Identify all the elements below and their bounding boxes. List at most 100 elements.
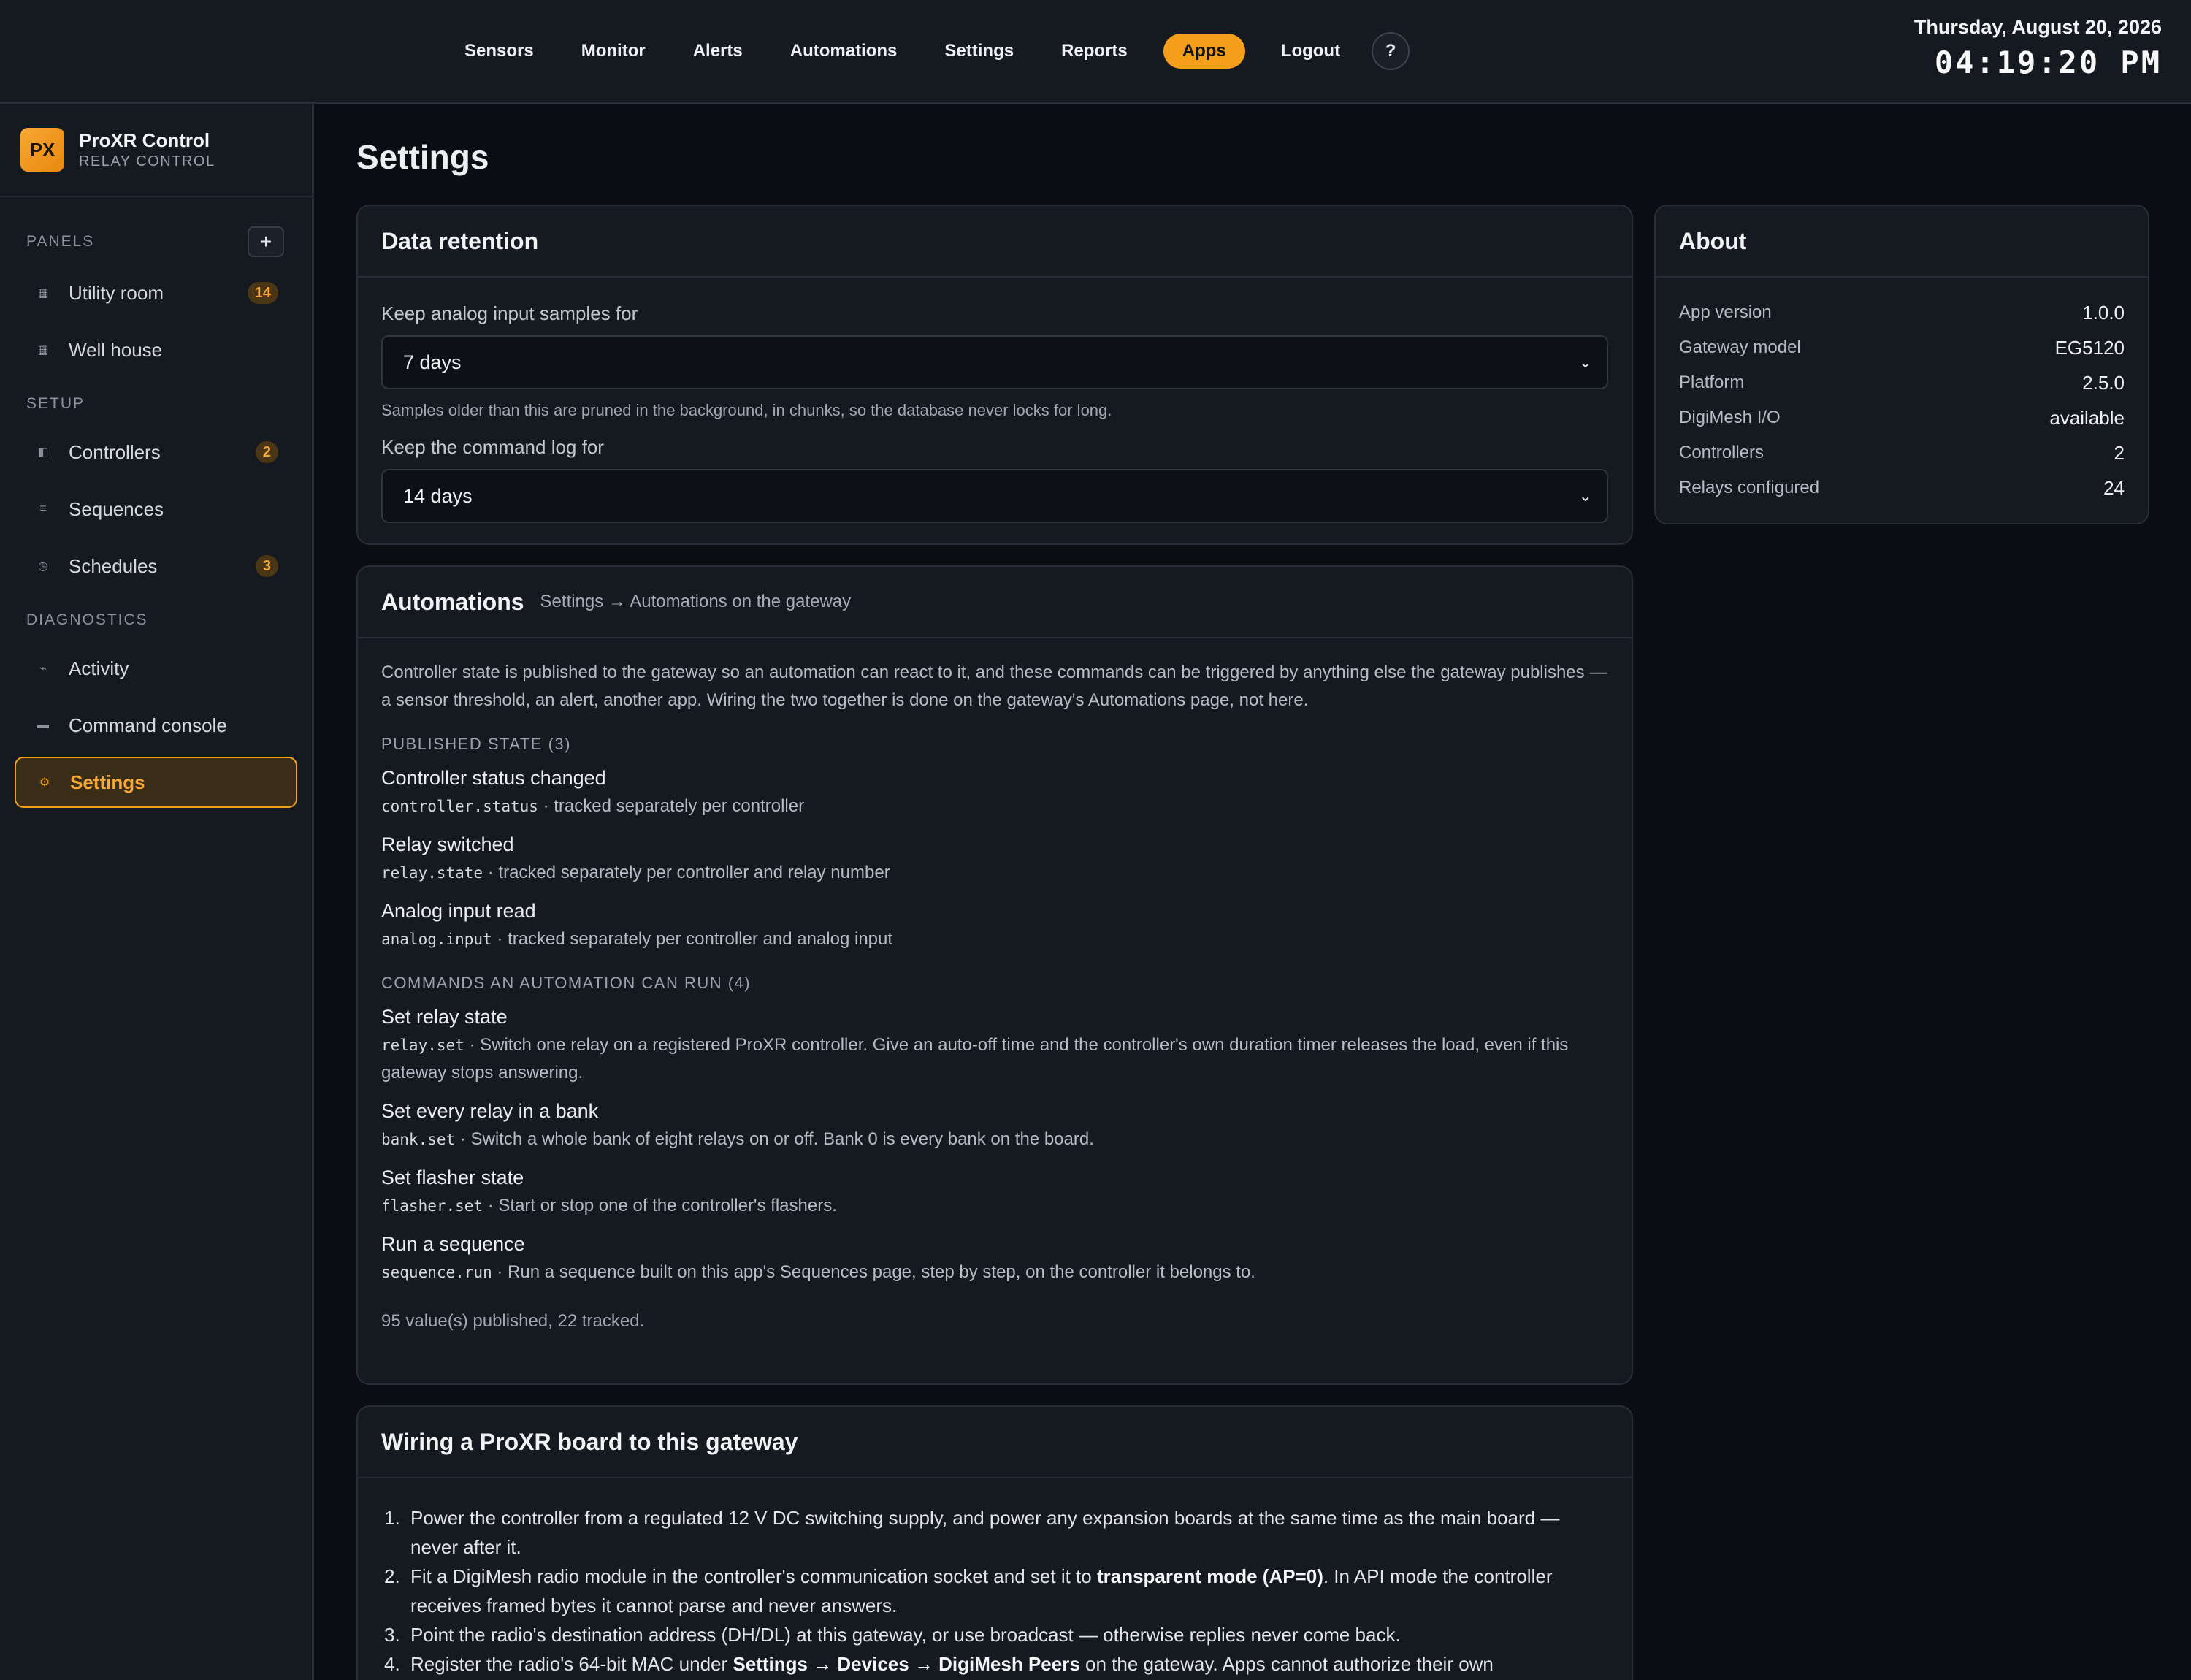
nav-sensors[interactable]: Sensors xyxy=(453,34,546,69)
add-panel-button[interactable]: + xyxy=(248,226,284,257)
select-value: 7 days xyxy=(403,351,462,373)
entry-code: relay.set xyxy=(381,1036,464,1054)
entry-title: Set flasher state xyxy=(381,1167,524,1188)
entry-title: Run a sequence xyxy=(381,1233,525,1255)
about-row: Gateway model EG5120 xyxy=(1679,330,2125,365)
list-icon: ≡ xyxy=(39,503,47,515)
entry-title: Analog input read xyxy=(381,900,536,922)
brand: PX ProXR Control RELAY CONTROL xyxy=(0,104,312,197)
nav-settings[interactable]: Settings xyxy=(933,34,1025,69)
entry-code: controller.status xyxy=(381,798,538,815)
sidebar-item-label: Settings xyxy=(70,771,145,793)
step-number: 1. xyxy=(384,1507,400,1529)
nav-alerts[interactable]: Alerts xyxy=(681,34,754,69)
sidebar-item-utility-room[interactable]: ▦ Utility room 14 xyxy=(15,267,297,318)
card-title: Wiring a ProXR board to this gateway xyxy=(381,1428,798,1455)
wiring-steps: 1. Power the controller from a regulated… xyxy=(381,1503,1608,1679)
automations-summary: 95 value(s) published, 22 tracked. xyxy=(381,1311,645,1331)
about-value: 1.0.0 xyxy=(2082,301,2125,324)
about-key: Controllers xyxy=(1679,443,1764,462)
section-label-panels: PANELS xyxy=(26,233,95,250)
about-key: DigiMesh I/O xyxy=(1679,408,1781,427)
command-item: Set every relay in a bank bank.set · Swi… xyxy=(381,1100,1608,1153)
entry-code: sequence.run xyxy=(381,1264,492,1281)
grid-icon: ▦ xyxy=(37,287,49,299)
sidebar-item-label: Activity xyxy=(69,657,129,679)
chevron-down-icon: ⌄ xyxy=(1578,486,1592,505)
step-number: 4. xyxy=(384,1653,400,1675)
about-card: About App version 1.0.0 Gateway model EG… xyxy=(1654,205,2149,524)
app-name: ProXR Control xyxy=(79,129,210,151)
sidebar-item-sequences[interactable]: ≡ Sequences xyxy=(15,484,297,535)
nav-apps[interactable]: Apps xyxy=(1163,34,1245,69)
command-log-retention-select[interactable]: 14 days ⌄ xyxy=(381,469,1608,523)
wiring-step: 1. Power the controller from a regulated… xyxy=(384,1503,1608,1562)
about-key: Platform xyxy=(1679,373,1745,392)
entry-code: flasher.set xyxy=(381,1197,483,1215)
card-subtitle: Settings → Automations on the gateway xyxy=(540,592,852,611)
count-badge: 2 xyxy=(255,441,278,463)
step-emphasis: transparent mode (AP=0) xyxy=(1096,1565,1323,1587)
section-label-diagnostics: DIAGNOSTICS xyxy=(26,611,148,628)
sidebar-item-settings[interactable]: ⚙ Settings xyxy=(15,757,297,808)
step-number: 3. xyxy=(384,1624,400,1646)
sidebar-item-controllers[interactable]: ◧ Controllers 2 xyxy=(15,427,297,478)
wiring-step: 2. Fit a DigiMesh radio module in the co… xyxy=(384,1562,1608,1620)
analog-retention-select[interactable]: 7 days ⌄ xyxy=(381,335,1608,389)
entry-title: Set every relay in a bank xyxy=(381,1100,599,1122)
entry-code: bank.set xyxy=(381,1131,456,1148)
wiring-step: 4. Register the radio's 64-bit MAC under… xyxy=(384,1649,1608,1679)
published-state-heading: PUBLISHED STATE (3) xyxy=(381,735,571,753)
command-item: Set relay state relay.set · Switch one r… xyxy=(381,1006,1608,1087)
gear-icon: ⚙ xyxy=(39,776,50,789)
card-title: Automations xyxy=(381,588,524,615)
sidebar-item-label: Sequences xyxy=(69,497,164,520)
grid-icon: ▦ xyxy=(37,344,49,356)
analog-retention-hint: Samples older than this are pruned in th… xyxy=(381,401,1112,419)
clock: Thursday, August 20, 2026 04:19:20 PM xyxy=(1914,16,2162,80)
about-row: DigiMesh I/O available xyxy=(1679,400,2125,435)
entry-title: Controller status changed xyxy=(381,767,606,789)
analog-retention-label: Keep analog input samples for xyxy=(381,302,638,324)
entry-desc: · Start or stop one of the controller's … xyxy=(483,1196,837,1215)
card-title: Data retention xyxy=(381,227,539,254)
about-row: App version 1.0.0 xyxy=(1679,295,2125,330)
nav-reports[interactable]: Reports xyxy=(1049,34,1139,69)
help-button[interactable]: ? xyxy=(1372,32,1410,70)
command-item: Run a sequence sequence.run · Run a sequ… xyxy=(381,1233,1608,1286)
entry-desc: · tracked separately per controller and … xyxy=(483,863,890,882)
about-key: Gateway model xyxy=(1679,337,1801,357)
select-value: 14 days xyxy=(403,484,473,507)
chevron-down-icon: ⌄ xyxy=(1578,353,1592,371)
entry-desc: · Run a sequence built on this app's Seq… xyxy=(492,1262,1255,1282)
card-title: About xyxy=(1679,227,1747,254)
entry-desc: · Switch a whole bank of eight relays on… xyxy=(455,1129,1094,1149)
sidebar-item-schedules[interactable]: ◷ Schedules 3 xyxy=(15,541,297,592)
sidebar-item-activity[interactable]: ⌁ Activity xyxy=(15,643,297,694)
activity-icon: ⌁ xyxy=(39,663,47,675)
clock-date: Thursday, August 20, 2026 xyxy=(1913,16,2162,38)
entry-desc: · tracked separately per controller xyxy=(538,796,805,816)
nav-logout[interactable]: Logout xyxy=(1269,34,1352,69)
automations-card: Automations Settings → Automations on th… xyxy=(356,565,1633,1385)
published-item: Analog input read analog.input · tracked… xyxy=(381,900,1608,953)
step-number: 2. xyxy=(384,1565,400,1587)
automations-intro: Controller state is published to the gat… xyxy=(381,663,1607,710)
about-key: App version xyxy=(1679,302,1772,322)
sidebar-item-well-house[interactable]: ▦ Well house xyxy=(15,324,297,375)
step-emphasis: Settings → Devices → DigiMesh Peers xyxy=(733,1653,1080,1675)
step-text: on the gateway. Apps cannot authorize th… xyxy=(1079,1653,1494,1675)
entry-desc: · tracked separately per controller and … xyxy=(492,929,893,949)
app-subtitle: RELAY CONTROL xyxy=(79,153,215,169)
nav-monitor[interactable]: Monitor xyxy=(570,34,657,69)
nav-automations[interactable]: Automations xyxy=(779,34,909,69)
entry-code: relay.state xyxy=(381,864,483,882)
count-badge: 3 xyxy=(255,555,278,577)
step-text: Register the radio's 64-bit MAC under xyxy=(410,1653,733,1675)
about-value: 2.5.0 xyxy=(2082,371,2125,394)
sidebar-item-label: Controllers xyxy=(69,440,161,463)
sidebar-item-command-console[interactable]: ▬ Command console xyxy=(15,700,297,751)
clock-time: 04:19:20 PM xyxy=(1934,45,2162,80)
wiring-step: 3. Point the radio's destination address… xyxy=(384,1620,1608,1649)
section-label-setup: SETUP xyxy=(26,395,85,412)
